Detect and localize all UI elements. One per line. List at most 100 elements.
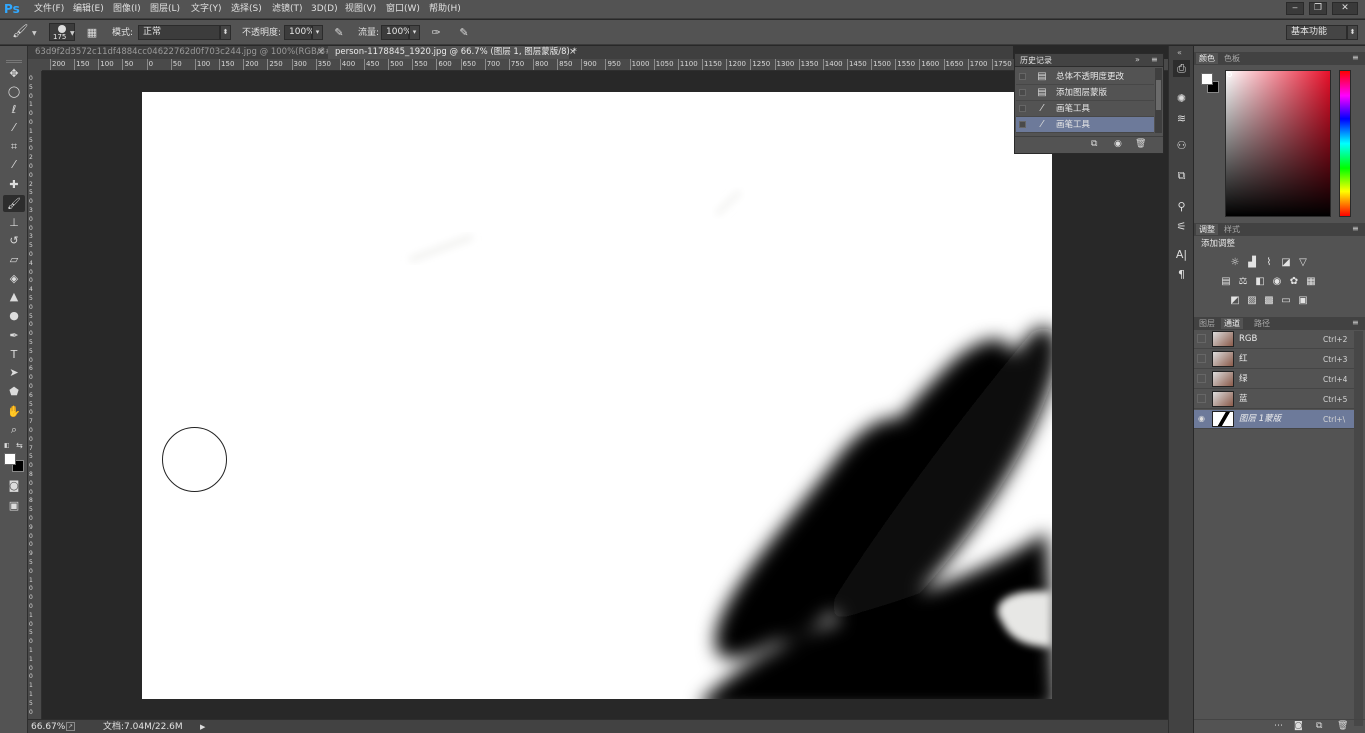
- history-panel-title[interactable]: 历史记录: [1020, 55, 1052, 66]
- minimize-button[interactable]: ‒: [1286, 2, 1304, 15]
- brush-presets-icon[interactable]: ≋: [1173, 110, 1190, 127]
- pen-tool-icon[interactable]: ✒: [3, 327, 25, 344]
- paragraph-panel-icon[interactable]: ¶: [1173, 266, 1190, 283]
- hue-slider[interactable]: [1339, 70, 1351, 217]
- color-picker-handle[interactable]: [1227, 72, 1232, 77]
- zoom-level[interactable]: 66.67%: [31, 722, 65, 732]
- foreground-color-chip[interactable]: [1201, 73, 1213, 85]
- document-canvas[interactable]: [142, 92, 1052, 699]
- curves-icon[interactable]: ⌇: [1263, 257, 1275, 269]
- menu-window[interactable]: 窗口(W): [386, 3, 420, 16]
- paint-bucket-tool-icon[interactable]: ◈: [3, 270, 25, 287]
- horizontal-ruler[interactable]: 200 150 100 50 0 50 100 150 200 250 300 350 400 450 50…: [42, 59, 1173, 71]
- clone-source-icon[interactable]: ⚇: [1173, 137, 1190, 154]
- airbrush-icon[interactable]: ✑: [428, 25, 444, 40]
- menu-type[interactable]: 文字(Y): [191, 3, 222, 16]
- vibrance-icon[interactable]: ▽: [1297, 257, 1309, 269]
- mode-select[interactable]: 正常: [138, 25, 220, 40]
- color-lookup-icon[interactable]: ▦: [1305, 276, 1317, 288]
- history-source-checkbox[interactable]: [1019, 89, 1026, 96]
- brightness-contrast-icon[interactable]: ☼: [1229, 257, 1241, 269]
- tool-presets-icon[interactable]: ⧉: [1173, 167, 1190, 184]
- history-state[interactable]: ⁄ 画笔工具: [1016, 101, 1154, 117]
- history-state[interactable]: ▤ 总体不透明度更改: [1016, 69, 1154, 85]
- levels-icon[interactable]: ▟: [1246, 257, 1258, 269]
- channel-row[interactable]: 绿 Ctrl+4: [1194, 370, 1354, 389]
- status-menu-arrow-icon[interactable]: ▶: [200, 723, 208, 731]
- panel-menu-icon[interactable]: ≡: [1352, 53, 1359, 62]
- eye-icon[interactable]: ◉: [1197, 414, 1206, 423]
- opacity-dropdown-icon[interactable]: ▾: [312, 25, 323, 40]
- restore-button[interactable]: ❐: [1309, 2, 1327, 15]
- default-colors-icon[interactable]: ◧: [4, 442, 10, 449]
- lasso-tool-icon[interactable]: ℓ: [3, 101, 25, 118]
- selective-color-icon[interactable]: ▣: [1297, 295, 1309, 307]
- pressure-size-icon[interactable]: ✎: [456, 25, 472, 40]
- flow-input[interactable]: 100%: [381, 25, 412, 40]
- move-tool-icon[interactable]: ✥: [3, 65, 25, 82]
- dodge-tool-icon[interactable]: ●: [3, 307, 25, 324]
- history-state[interactable]: ▤ 添加图层蒙版: [1016, 85, 1154, 101]
- channel-row[interactable]: RGB Ctrl+2: [1194, 330, 1354, 349]
- hand-tool-icon[interactable]: ✋: [3, 403, 25, 420]
- posterize-icon[interactable]: ▨: [1246, 295, 1258, 307]
- screen-mode-icon[interactable]: ▣: [3, 497, 25, 514]
- menu-view[interactable]: 视图(V): [345, 3, 376, 16]
- tab-close-icon[interactable]: ×: [317, 46, 325, 59]
- channels-scrollbar[interactable]: [1354, 331, 1363, 726]
- history-scrollbar-thumb[interactable]: [1156, 80, 1161, 110]
- chevron-down-icon[interactable]: ▼: [32, 30, 38, 37]
- shape-tool-icon[interactable]: ⬟: [3, 383, 25, 400]
- new-snapshot-icon[interactable]: ◉: [1114, 139, 1122, 149]
- blur-tool-icon[interactable]: ▲: [3, 288, 25, 305]
- zoom-tool-icon[interactable]: ⌕: [3, 421, 25, 438]
- history-source-checkbox[interactable]: [1019, 105, 1026, 112]
- brush-settings-icon[interactable]: ✺: [1173, 90, 1190, 107]
- flow-dropdown-icon[interactable]: ▾: [409, 25, 420, 40]
- foreground-color-swatch[interactable]: [4, 453, 16, 465]
- tab-layers[interactable]: 图层: [1196, 318, 1218, 329]
- color-spectrum-field[interactable]: [1225, 70, 1331, 217]
- pressure-opacity-icon[interactable]: ✎: [331, 25, 347, 40]
- ruler-origin[interactable]: [28, 59, 42, 71]
- toolbar-grip[interactable]: [6, 60, 22, 63]
- tab-channels[interactable]: 通道: [1221, 318, 1243, 329]
- menu-3d[interactable]: 3D(D): [311, 3, 338, 16]
- menu-help[interactable]: 帮助(H): [429, 3, 461, 16]
- marquee-tool-icon[interactable]: ◯: [3, 83, 25, 100]
- tab-adjustments[interactable]: 调整: [1196, 224, 1218, 235]
- invert-icon[interactable]: ◩: [1229, 295, 1241, 307]
- swap-colors-icon[interactable]: ⇆: [16, 441, 24, 450]
- eyedropper-tool-icon[interactable]: ⁄: [3, 156, 25, 173]
- vertical-ruler[interactable]: 0501001502002503003504004505005506006507…: [28, 71, 42, 719]
- brush-tool-icon[interactable]: 🖌: [3, 195, 25, 212]
- collapse-panel-icon[interactable]: »: [1135, 55, 1140, 64]
- opacity-input[interactable]: 100%: [284, 25, 315, 40]
- tab-paths[interactable]: 路径: [1251, 318, 1273, 329]
- menu-image[interactable]: 图像(I): [113, 3, 141, 16]
- visibility-checkbox[interactable]: [1197, 354, 1206, 363]
- healing-brush-tool-icon[interactable]: ✚: [3, 176, 25, 193]
- channel-mixer-icon[interactable]: ✿: [1288, 276, 1300, 288]
- quick-select-tool-icon[interactable]: ⁄: [3, 119, 25, 136]
- panel-menu-icon[interactable]: ≡: [1352, 318, 1359, 327]
- character-panel-icon[interactable]: A|: [1173, 246, 1190, 263]
- visibility-checkbox[interactable]: [1197, 374, 1206, 383]
- crop-tool-icon[interactable]: ⌗: [3, 138, 25, 155]
- visibility-checkbox[interactable]: [1197, 334, 1206, 343]
- hue-saturation-icon[interactable]: ▤: [1220, 276, 1232, 288]
- type-tool-icon[interactable]: T: [3, 346, 25, 363]
- history-brush-tool-icon[interactable]: ↺: [3, 232, 25, 249]
- brush-tool-preset-icon[interactable]: 🖌: [12, 24, 29, 39]
- trash-icon[interactable]: 🗑: [1135, 139, 1146, 149]
- history-scrollbar[interactable]: [1155, 68, 1162, 133]
- channel-row[interactable]: ◉ 图层 1蒙版 Ctrl+\: [1194, 410, 1354, 429]
- history-source-checkbox[interactable]: [1019, 73, 1026, 80]
- menu-layer[interactable]: 图层(L): [150, 3, 180, 16]
- workspace-dropdown-icon[interactable]: ⬍: [1347, 25, 1358, 40]
- tab-close-icon[interactable]: ×: [569, 46, 577, 59]
- actions-icon[interactable]: ⚲: [1173, 198, 1190, 215]
- trash-icon[interactable]: 🗑: [1337, 721, 1348, 731]
- quick-mask-icon[interactable]: ◙: [3, 477, 25, 494]
- load-channel-selection-icon[interactable]: ⋯: [1274, 721, 1283, 731]
